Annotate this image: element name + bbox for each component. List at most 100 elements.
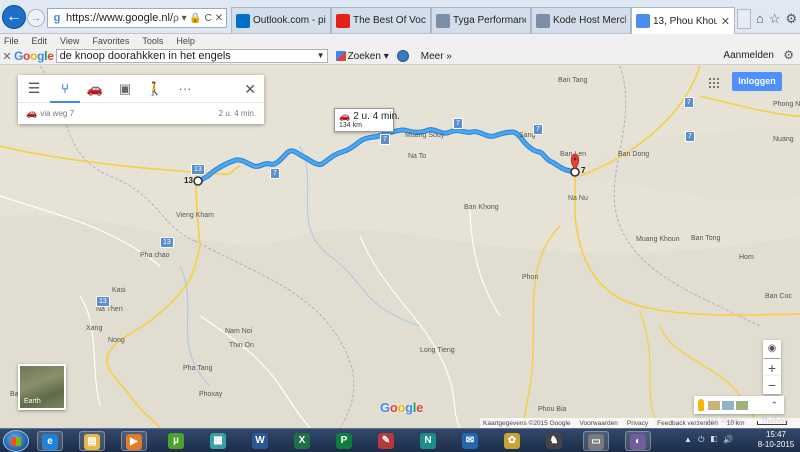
paint-icon[interactable]: ✿: [499, 431, 525, 451]
inbox-icon-glyph: N: [420, 433, 436, 449]
utorrent-icon[interactable]: µ: [163, 431, 189, 451]
menu-item-file[interactable]: File: [4, 36, 19, 46]
zoom-out-button[interactable]: −: [763, 376, 781, 394]
privacy-link[interactable]: Privacy: [627, 420, 648, 427]
terms-link[interactable]: Voorwaarden: [580, 420, 618, 427]
street-view-bar[interactable]: ⌃: [694, 396, 784, 414]
menu-item-help[interactable]: Help: [176, 36, 195, 46]
back-button[interactable]: ←: [2, 5, 26, 29]
excel-icon-glyph: X: [294, 433, 310, 449]
place-label: Na Then: [96, 306, 123, 313]
best-route-mode-icon[interactable]: ⑂: [50, 75, 80, 103]
start-label: 13: [184, 176, 193, 185]
menu-icon[interactable]: ☰: [18, 80, 50, 97]
imagery-thumb-icon[interactable]: [708, 400, 720, 410]
aanmelden-button[interactable]: Aanmelden: [723, 50, 774, 61]
apps-grid-icon[interactable]: [709, 78, 719, 88]
place-label: Phon: [522, 274, 539, 281]
walk-mode-icon[interactable]: 🚶: [140, 75, 170, 103]
browser-tab[interactable]: The Best Of Vocal Deep H...: [331, 7, 431, 33]
imagery-thumb-icon[interactable]: [722, 400, 734, 410]
photos-icon[interactable]: ◐: [625, 431, 651, 451]
photos-icon-glyph: ◐: [630, 434, 646, 450]
my-location-icon[interactable]: ◉: [763, 340, 781, 358]
media-icon[interactable]: ♞: [541, 431, 567, 451]
gear-icon[interactable]: ⚙: [783, 48, 794, 62]
explorer-icon[interactable]: ▤: [79, 431, 105, 451]
google-logo: Google: [380, 400, 424, 415]
place-label: Ban Tong: [691, 235, 721, 242]
menu-item-edit[interactable]: Edit: [32, 36, 48, 46]
onenote-icon[interactable]: ▭: [583, 431, 609, 451]
calculator-icon-glyph: ▦: [210, 433, 226, 449]
outlook-icon[interactable]: ✉: [457, 431, 483, 451]
scale-label: 10 km: [727, 420, 796, 427]
word-icon[interactable]: W: [247, 431, 273, 451]
calculator-icon[interactable]: ▦: [205, 431, 231, 451]
word-icon-glyph: W: [252, 433, 268, 449]
google-toolbar-logo: Google: [14, 49, 54, 63]
menu-item-view[interactable]: View: [60, 36, 79, 46]
tab-label: Tyga Performance: [453, 15, 526, 26]
meer-button[interactable]: Meer »: [421, 51, 452, 62]
toolbar-close-icon[interactable]: ✕: [0, 50, 14, 63]
browser-tab[interactable]: Kode Host Merchant Ad...: [531, 7, 631, 33]
place-label: Phong N: [773, 101, 800, 108]
publisher-icon[interactable]: P: [331, 431, 357, 451]
place-label: Kasi: [112, 287, 126, 294]
more-modes-icon[interactable]: ···: [170, 75, 200, 103]
clock-time: 15:47: [765, 430, 787, 439]
transit-mode-icon[interactable]: ▣: [110, 75, 140, 103]
map-canvas[interactable]: Ban Tang Phong N Muang Souy Na To Sang Ban Le…: [0, 66, 800, 428]
address-url[interactable]: https://www.google.nl/maps/dir/19.4406: [66, 12, 173, 24]
toolbar-search-input[interactable]: de knoop doorahkken in het engels ▼: [55, 49, 328, 63]
access-icon[interactable]: ✎: [373, 431, 399, 451]
car-icon: 🚗: [339, 111, 351, 121]
place-label: Vieng Kham: [176, 212, 215, 219]
address-bar[interactable]: g https://www.google.nl/maps/dir/19.4406…: [47, 8, 227, 28]
chevron-down-icon[interactable]: ▼: [317, 50, 325, 62]
inloggen-button[interactable]: Inloggen: [732, 72, 782, 91]
zoeken-button[interactable]: Zoeken ▾: [335, 51, 389, 62]
inbox-icon[interactable]: N: [415, 431, 441, 451]
close-tab-icon[interactable]: ✕: [721, 15, 730, 28]
system-tray[interactable]: ▲ ⏻ ◧ 🔊: [684, 435, 735, 445]
feedback-link[interactable]: Feedback verzenden: [657, 420, 718, 427]
earth-view-toggle[interactable]: Earth: [18, 364, 66, 410]
menu-item-tools[interactable]: Tools: [142, 36, 163, 46]
route-shield: 13: [96, 296, 110, 307]
excel-icon[interactable]: X: [289, 431, 315, 451]
close-icon[interactable]: ✕: [244, 81, 256, 98]
start-button[interactable]: [3, 430, 29, 452]
browser-tab[interactable]: Outlook.com - pietersierk...: [231, 7, 331, 33]
place-label: Pha chao: [140, 252, 170, 259]
address-actions[interactable]: ρ ▾ 🔒 C ✕: [173, 13, 226, 24]
outlook-icon-glyph: ✉: [462, 433, 478, 449]
browser-titlebar: ← → g https://www.google.nl/maps/dir/19.…: [0, 0, 800, 34]
ie-icon[interactable]: e: [37, 431, 63, 451]
route-tooltip[interactable]: 🚗 2 u. 4 min. 134 km: [334, 108, 400, 132]
globe-icon[interactable]: [396, 50, 409, 62]
menu-bar: File Edit View Favorites Tools Help: [0, 34, 800, 48]
media-player-icon[interactable]: ▶: [121, 431, 147, 451]
browser-tab[interactable]: Tyga Performance: [431, 7, 531, 33]
tab-label: Outlook.com - pietersierk...: [253, 15, 326, 26]
earth-label: Earth: [24, 398, 41, 405]
place-label: Phoxay: [199, 391, 223, 398]
clock[interactable]: 15:47 8-10-2015: [754, 430, 798, 450]
pegman-icon[interactable]: [698, 399, 704, 411]
place-label: Ban Coc: [765, 293, 792, 300]
forward-button[interactable]: →: [27, 9, 45, 27]
end-label: 7: [581, 166, 586, 175]
car-mode-icon[interactable]: 🚗: [80, 75, 110, 103]
browser-tab[interactable]: 13, Phou Khoun, Laos ... ✕: [631, 7, 735, 34]
menu-item-favorites[interactable]: Favorites: [92, 36, 129, 46]
chevron-up-icon[interactable]: ⌃: [770, 400, 778, 411]
zoom-in-button[interactable]: +: [763, 359, 781, 377]
publisher-icon-glyph: P: [336, 433, 352, 449]
new-tab-button[interactable]: [737, 9, 751, 29]
browser-home-fav-settings-icons[interactable]: ⌂☆⚙: [756, 11, 800, 27]
imagery-thumb-icon[interactable]: [736, 400, 748, 410]
route-via: via weg 7: [40, 108, 75, 118]
route-summary[interactable]: 🚗 via weg 7 2 u. 4 min.: [18, 103, 264, 123]
